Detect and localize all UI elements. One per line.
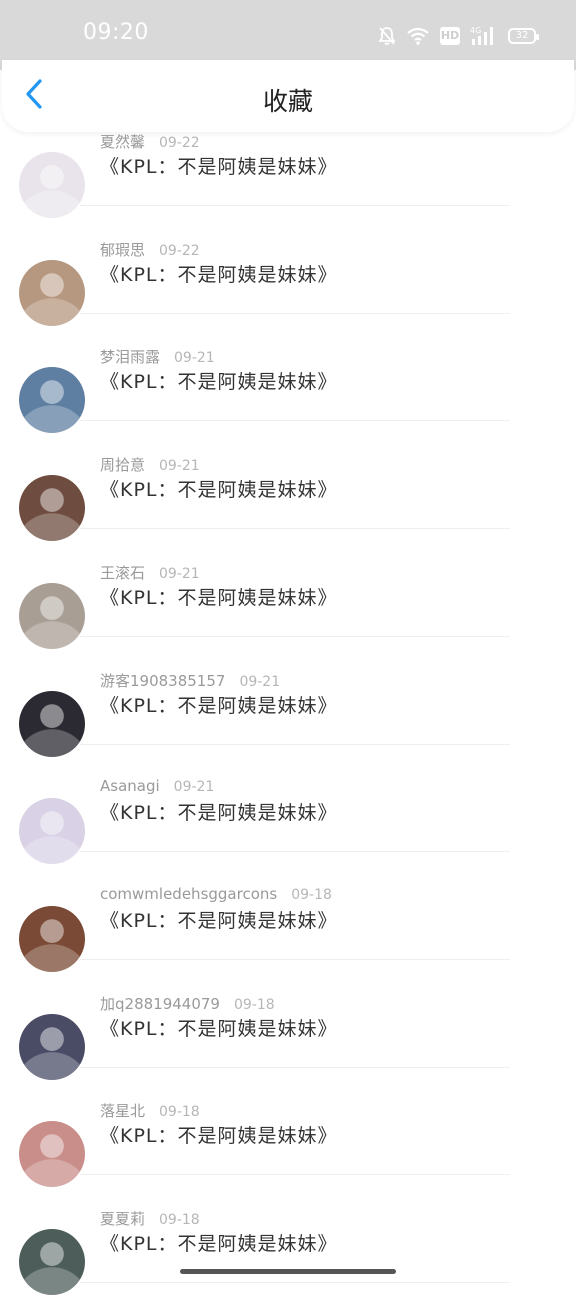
list-item[interactable]: comwmledehsggarcons 09-18 《KPL：不是阿姨是妹妹》 [0, 873, 576, 981]
user-name: 夏夏莉 09-18 [100, 1208, 200, 1229]
list-item[interactable]: Asanagi 09-21 《KPL：不是阿姨是妹妹》 [0, 765, 576, 873]
item-date: 09-18 [233, 997, 275, 1013]
item-date: 09-22 [159, 243, 200, 259]
divider [80, 528, 510, 529]
wifi-icon [406, 26, 430, 46]
item-title[interactable]: 《KPL：不是阿姨是妹妹》 [100, 583, 338, 610]
list-item[interactable]: 周拾意 09-21 《KPL：不是阿姨是妹妹》 [0, 442, 576, 550]
divider [80, 851, 510, 852]
avatar[interactable] [19, 475, 85, 541]
item-date: 09-18 [291, 887, 332, 903]
avatar[interactable] [19, 260, 85, 326]
user-name-text: 落星北 [100, 1102, 146, 1120]
signal-icon: 4G [470, 25, 498, 47]
user-name: 夏然馨 09-22 [100, 131, 200, 152]
user-name-text: Asanagi [100, 777, 160, 795]
user-name-text: 郁瑕思 [100, 241, 146, 259]
divider [80, 744, 510, 745]
item-title[interactable]: 《KPL：不是阿姨是妹妹》 [100, 152, 338, 179]
item-date: 09-21 [159, 458, 200, 474]
avatar[interactable] [19, 152, 85, 218]
user-name-text: 王滚石 [100, 564, 146, 582]
divider [80, 636, 510, 637]
user-name: 郁瑕思 09-22 [100, 239, 200, 260]
divider [80, 1174, 510, 1175]
item-title[interactable]: 《KPL：不是阿姨是妹妹》 [100, 798, 338, 825]
divider [80, 420, 510, 421]
divider [80, 959, 510, 960]
list-item[interactable]: 夏夏莉 09-18 《KPL：不是阿姨是妹妹》 [0, 1196, 576, 1304]
user-name: 落星北 09-18 [100, 1100, 200, 1121]
user-name-text: 夏夏莉 [100, 1210, 146, 1228]
avatar[interactable] [19, 1229, 85, 1295]
user-name-text: 加q2881944079 [100, 995, 220, 1013]
battery-icon: 32 [508, 28, 539, 44]
user-name: 游客1908385157 09-21 [100, 670, 280, 691]
avatar[interactable] [19, 583, 85, 649]
divider [80, 205, 510, 206]
user-name-text: 夏然馨 [100, 133, 146, 151]
avatar[interactable] [19, 691, 85, 757]
item-title[interactable]: 《KPL：不是阿姨是妹妹》 [100, 367, 338, 394]
bell-off-icon [378, 26, 396, 46]
item-title[interactable]: 《KPL：不是阿姨是妹妹》 [100, 1014, 338, 1041]
item-title[interactable]: 《KPL：不是阿姨是妹妹》 [100, 1229, 338, 1256]
item-date: 09-21 [239, 674, 281, 690]
divider [80, 1282, 510, 1283]
status-icons: HD 4G 32 [378, 22, 539, 50]
list-item[interactable]: 王滚石 09-21 《KPL：不是阿姨是妹妹》 [0, 550, 576, 658]
avatar[interactable] [19, 906, 85, 972]
avatar[interactable] [19, 1121, 85, 1187]
divider [80, 1067, 510, 1068]
list-item[interactable]: 加q2881944079 09-18 《KPL：不是阿姨是妹妹》 [0, 981, 576, 1089]
list-item[interactable]: 游客1908385157 09-21 《KPL：不是阿姨是妹妹》 [0, 658, 576, 766]
list-item[interactable]: 夏然馨 09-22 《KPL：不是阿姨是妹妹》 [0, 119, 576, 227]
divider [80, 313, 510, 314]
item-title[interactable]: 《KPL：不是阿姨是妹妹》 [100, 691, 338, 718]
user-name-text: 周拾意 [100, 456, 146, 474]
list-item[interactable]: 梦泪雨露 09-21 《KPL：不是阿姨是妹妹》 [0, 334, 576, 442]
user-name-text: 游客1908385157 [100, 672, 226, 690]
list-item[interactable]: 郁瑕思 09-22 《KPL：不是阿姨是妹妹》 [0, 227, 576, 335]
item-title[interactable]: 《KPL：不是阿姨是妹妹》 [100, 260, 338, 287]
user-name: Asanagi 09-21 [100, 777, 214, 795]
item-date: 09-21 [174, 350, 215, 366]
battery-level: 32 [515, 30, 529, 41]
avatar[interactable] [19, 798, 85, 864]
user-name: 加q2881944079 09-18 [100, 993, 275, 1014]
item-date: 09-21 [173, 779, 215, 795]
item-date: 09-22 [159, 135, 200, 151]
home-indicator[interactable] [180, 1269, 396, 1274]
item-title[interactable]: 《KPL：不是阿姨是妹妹》 [100, 906, 338, 933]
user-name: 周拾意 09-21 [100, 454, 200, 475]
network-label: 4G [470, 26, 481, 35]
list-item[interactable]: 落星北 09-18 《KPL：不是阿姨是妹妹》 [0, 1088, 576, 1196]
status-time: 09:20 [83, 20, 149, 45]
user-name: 梦泪雨露 09-21 [100, 346, 215, 367]
user-name-text: 梦泪雨露 [100, 348, 161, 366]
hd-badge: HD [440, 27, 460, 45]
user-name: 王滚石 09-21 [100, 562, 200, 583]
item-date: 09-21 [159, 566, 200, 582]
page-title: 收藏 [262, 87, 313, 116]
item-date: 09-18 [159, 1104, 200, 1120]
header-bar: 收藏 [2, 60, 574, 132]
avatar[interactable] [19, 367, 85, 433]
item-title[interactable]: 《KPL：不是阿姨是妹妹》 [100, 475, 338, 502]
item-date: 09-18 [159, 1212, 200, 1228]
user-name: comwmledehsggarcons 09-18 [100, 885, 332, 903]
item-title[interactable]: 《KPL：不是阿姨是妹妹》 [100, 1121, 338, 1148]
user-name-text: comwmledehsggarcons [100, 885, 278, 903]
avatar[interactable] [19, 1014, 85, 1080]
